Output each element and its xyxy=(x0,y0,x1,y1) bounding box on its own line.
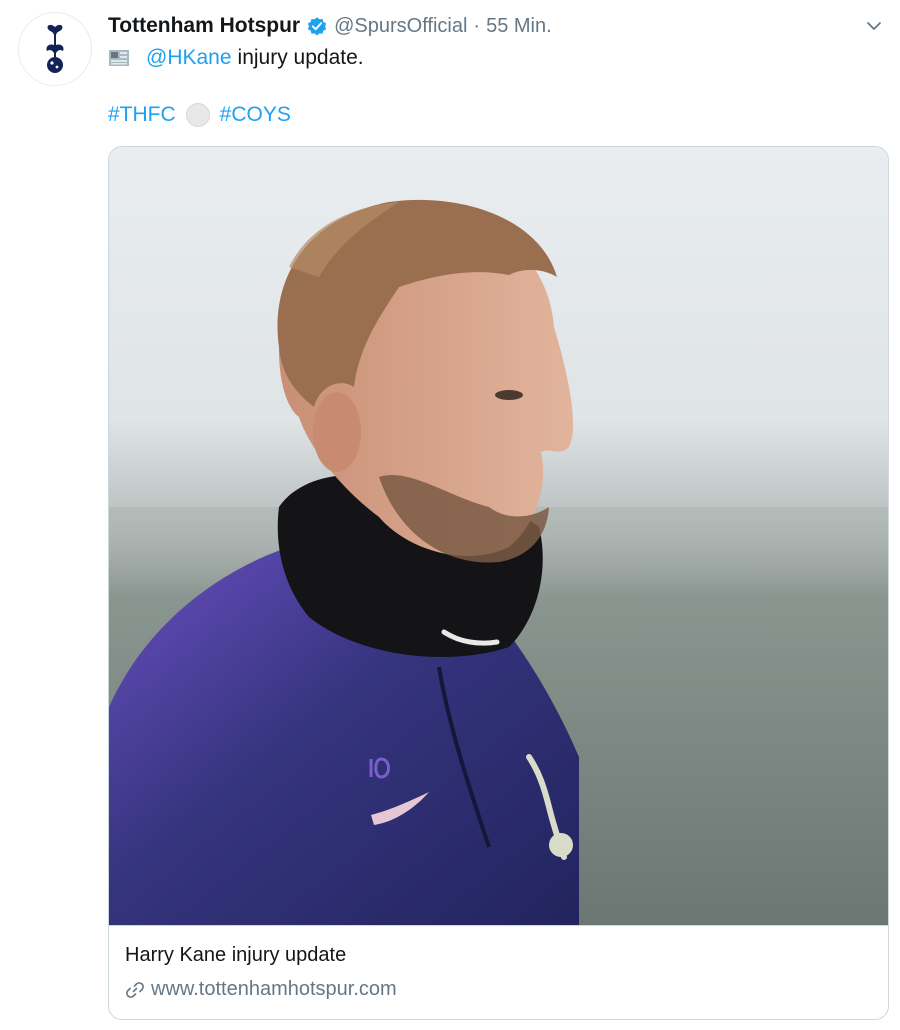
tweet-header: Tottenham Hotspur @SpursOfficial · 55 Mi… xyxy=(108,12,552,40)
tweet-timestamp[interactable]: 55 Min. xyxy=(486,15,552,38)
card-link-row[interactable]: www.tottenhamhotspur.com xyxy=(125,978,397,1001)
player-photo xyxy=(109,147,888,925)
card-image[interactable] xyxy=(109,147,888,925)
mention-link[interactable]: @HKane xyxy=(146,46,232,70)
spurs-crest-icon xyxy=(46,24,64,73)
author-display-name[interactable]: Tottenham Hotspur xyxy=(108,14,300,38)
soccer-ball-icon xyxy=(185,103,210,127)
tweet-text: injury update. xyxy=(237,46,364,69)
hashtag-thfc[interactable]: #THFC xyxy=(108,103,176,127)
tweet-text-line-2: #THFC #COYS xyxy=(108,101,291,129)
verified-badge-icon xyxy=(307,17,327,36)
hashtag-coys[interactable]: #COYS xyxy=(220,103,291,127)
link-icon xyxy=(126,981,144,998)
card-title[interactable]: Harry Kane injury update xyxy=(125,944,346,967)
author-handle[interactable]: @SpursOfficial xyxy=(334,15,467,38)
chevron-down-icon[interactable] xyxy=(864,16,884,36)
tweet-text-line-1: @HKane injury update. xyxy=(108,44,364,72)
link-card[interactable]: Harry Kane injury update www.tottenhamho… xyxy=(108,146,889,1020)
meta-separator: · xyxy=(473,14,481,37)
newspaper-icon xyxy=(109,50,129,66)
card-url[interactable]: www.tottenhamhotspur.com xyxy=(151,978,397,1001)
card-footer[interactable]: Harry Kane injury update www.tottenhamho… xyxy=(109,925,888,1019)
author-avatar[interactable] xyxy=(18,12,92,86)
